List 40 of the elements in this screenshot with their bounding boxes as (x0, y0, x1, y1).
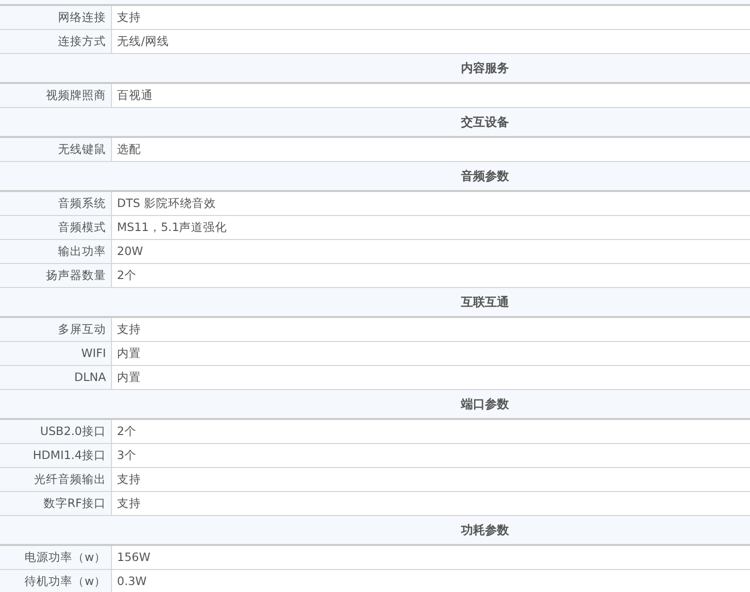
spec-label: DLNA (0, 366, 112, 389)
section-title: 互联互通 (461, 294, 509, 310)
spec-label: 扬声器数量 (0, 264, 112, 287)
spec-value: DTS 影院环绕音效 (116, 195, 217, 212)
spec-value: 3个 (116, 447, 138, 464)
spec-value: 支持 (116, 321, 142, 338)
spec-label: 电源功率（w） (0, 546, 112, 569)
section-title: 交互设备 (461, 114, 509, 130)
section-title: 功耗参数 (461, 522, 509, 538)
spec-value: 2个 (116, 423, 138, 440)
spec-label: 音频系统 (0, 192, 112, 215)
spec-label: 网络连接 (0, 6, 112, 29)
spec-label: 光纤音频输出 (0, 468, 112, 491)
section-title: 音频参数 (461, 168, 509, 184)
section-title: 端口参数 (461, 396, 509, 412)
spec-value: 0.3W (116, 573, 148, 590)
spec-value: 选配 (116, 141, 142, 158)
spec-label: 无线键鼠 (0, 138, 112, 161)
spec-value: 支持 (116, 9, 142, 26)
spec-label: 待机功率（w） (0, 570, 112, 592)
spec-value: 20W (116, 243, 144, 260)
section-title: 内容服务 (461, 60, 509, 76)
spec-value: MS11，5.1声道强化 (116, 219, 228, 236)
spec-label: HDMI1.4接口 (0, 444, 112, 467)
spec-value: 内置 (116, 345, 142, 362)
spec-label: 数字RF接口 (0, 492, 112, 515)
spec-label: USB2.0接口 (0, 420, 112, 443)
spec-label: WIFI (0, 342, 112, 365)
spec-value: 支持 (116, 495, 142, 512)
spec-label: 输出功率 (0, 240, 112, 263)
spec-value: 内置 (116, 369, 142, 386)
spec-label: 视频牌照商 (0, 84, 112, 107)
spec-label: 多屏互动 (0, 318, 112, 341)
spec-value: 百视通 (116, 87, 154, 104)
spec-label: 连接方式 (0, 30, 112, 53)
spec-value: 无线/网线 (116, 33, 170, 50)
spec-value: 156W (116, 549, 152, 566)
spec-value: 支持 (116, 471, 142, 488)
spec-label: 音频模式 (0, 216, 112, 239)
spec-value: 2个 (116, 267, 138, 284)
